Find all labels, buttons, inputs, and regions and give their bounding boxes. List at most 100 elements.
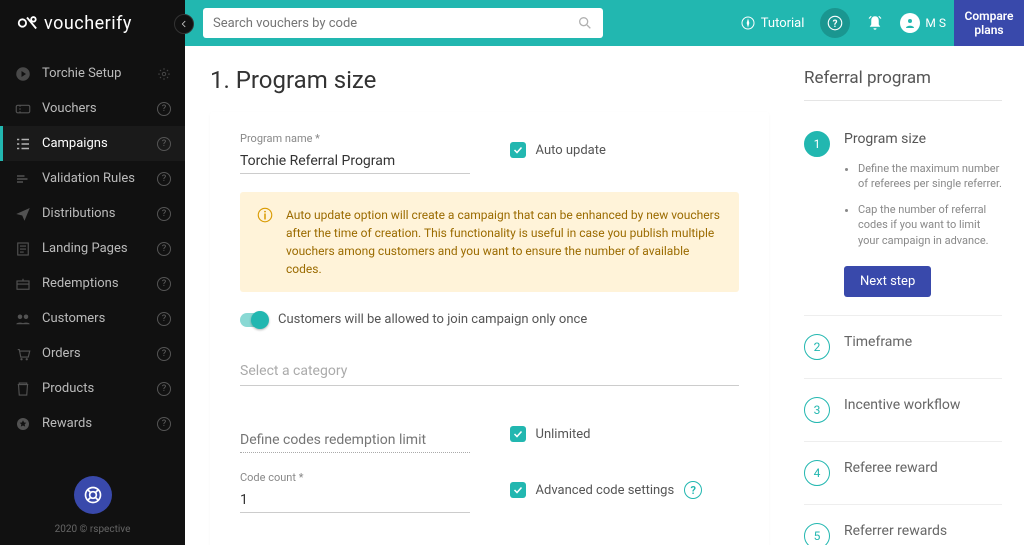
sidebar-item-label: Rewards bbox=[42, 416, 157, 431]
tutorial-link[interactable]: Tutorial bbox=[740, 15, 805, 31]
check-icon bbox=[512, 484, 524, 496]
advanced-settings-help-icon[interactable]: ? bbox=[684, 481, 702, 499]
step-number: 4 bbox=[804, 460, 830, 486]
sidebar-item-label: Torchie Setup bbox=[42, 66, 157, 81]
avatar-icon bbox=[900, 13, 920, 33]
help-icon: ? bbox=[826, 14, 844, 32]
user-menu[interactable]: M S bbox=[900, 13, 946, 33]
wizard-step-1[interactable]: 1Program sizeDefine the maximum number o… bbox=[804, 113, 1002, 316]
sidebar-item-label: Orders bbox=[42, 346, 157, 361]
tutorial-label: Tutorial bbox=[761, 16, 805, 31]
step-number: 3 bbox=[804, 397, 830, 423]
wizard-step-3[interactable]: 3Incentive workflow bbox=[804, 379, 1002, 442]
wizard-panel: Referral program 1Program sizeDefine the… bbox=[794, 46, 1024, 545]
sidebar: voucherify Torchie SetupVouchers?Campaig… bbox=[0, 0, 185, 545]
sidebar-footer: 2020 © rspective bbox=[0, 476, 185, 545]
step-label: Timeframe bbox=[844, 334, 1002, 350]
step-number: 5 bbox=[804, 523, 830, 545]
auto-update-checkbox[interactable] bbox=[510, 142, 526, 158]
redemption-limit-input[interactable] bbox=[240, 428, 470, 453]
wizard-step-4[interactable]: 4 Referee reward bbox=[804, 442, 1002, 505]
redeem-icon bbox=[14, 275, 32, 293]
product-icon bbox=[14, 380, 32, 398]
sidebar-collapse-button[interactable] bbox=[174, 14, 194, 34]
compare-plans-button[interactable]: Compare plans bbox=[954, 0, 1024, 46]
program-name-input[interactable] bbox=[240, 149, 470, 174]
form-card: Program name * Auto update bbox=[210, 112, 769, 545]
sidebar-item-label: Distributions bbox=[42, 206, 157, 221]
sidebar-item-redemptions[interactable]: Redemptions? bbox=[0, 266, 185, 301]
brand-logo[interactable]: voucherify bbox=[0, 0, 185, 46]
brand-text: voucherify bbox=[44, 13, 132, 34]
help-icon[interactable]: ? bbox=[157, 312, 171, 326]
sidebar-item-products[interactable]: Products? bbox=[0, 371, 185, 406]
help-icon[interactable]: ? bbox=[157, 277, 171, 291]
join-once-label: Customers will be allowed to join campai… bbox=[278, 312, 587, 327]
help-icon[interactable]: ? bbox=[157, 347, 171, 361]
sidebar-item-landing-pages[interactable]: Landing Pages? bbox=[0, 231, 185, 266]
help-icon[interactable]: ? bbox=[157, 172, 171, 186]
sidebar-item-customers[interactable]: Customers? bbox=[0, 301, 185, 336]
unlimited-checkbox[interactable] bbox=[510, 426, 526, 442]
bell-icon bbox=[866, 14, 884, 32]
support-button[interactable] bbox=[74, 476, 112, 514]
nav-list: Torchie SetupVouchers?Campaigns?Validati… bbox=[0, 56, 185, 476]
people-icon bbox=[14, 310, 32, 328]
wizard-title: Referral program bbox=[804, 68, 1002, 101]
step-number: 1 bbox=[804, 131, 830, 157]
logo-icon bbox=[16, 12, 38, 34]
search-box[interactable] bbox=[203, 8, 603, 38]
search-icon bbox=[577, 15, 593, 31]
step-label: Referrer rewards bbox=[844, 523, 1002, 539]
play-icon bbox=[14, 65, 32, 83]
chevron-left-icon bbox=[179, 19, 189, 29]
sidebar-item-torchie-setup[interactable]: Torchie Setup bbox=[0, 56, 185, 91]
user-initials: M S bbox=[925, 16, 946, 30]
info-alert: Auto update option will create a campaig… bbox=[240, 192, 739, 292]
help-icon[interactable]: ? bbox=[157, 207, 171, 221]
star-icon bbox=[14, 415, 32, 433]
gear-icon[interactable] bbox=[157, 67, 171, 81]
check-icon bbox=[512, 428, 524, 440]
help-icon[interactable]: ? bbox=[157, 137, 171, 151]
category-select[interactable]: Select a category bbox=[240, 357, 739, 386]
help-icon[interactable]: ? bbox=[157, 417, 171, 431]
sidebar-item-validation-rules[interactable]: Validation Rules? bbox=[0, 161, 185, 196]
svg-text:?: ? bbox=[833, 19, 838, 30]
sidebar-item-rewards[interactable]: Rewards? bbox=[0, 406, 185, 441]
step-label: Referee reward bbox=[844, 460, 1002, 476]
help-icon[interactable]: ? bbox=[157, 102, 171, 116]
header: Tutorial ? M S Compare plans bbox=[185, 0, 1024, 46]
program-name-label: Program name * bbox=[240, 132, 470, 145]
compass-icon bbox=[740, 15, 756, 31]
next-step-button[interactable]: Next step bbox=[844, 266, 931, 297]
content: 1. Program size Program name * Auto upda… bbox=[185, 46, 794, 545]
send-icon bbox=[14, 205, 32, 223]
page-icon bbox=[14, 240, 32, 258]
code-count-label: Code count * bbox=[240, 471, 470, 484]
auto-update-label: Auto update bbox=[536, 143, 606, 158]
cart-icon bbox=[14, 345, 32, 363]
sidebar-item-distributions[interactable]: Distributions? bbox=[0, 196, 185, 231]
code-count-input[interactable] bbox=[240, 488, 470, 513]
check-icon bbox=[512, 144, 524, 156]
help-icon[interactable]: ? bbox=[157, 382, 171, 396]
sidebar-item-label: Customers bbox=[42, 311, 157, 326]
life-ring-icon bbox=[83, 485, 103, 505]
advanced-settings-label: Advanced code settings bbox=[536, 483, 675, 498]
step-number: 2 bbox=[804, 334, 830, 360]
sidebar-item-label: Campaigns bbox=[42, 136, 157, 151]
sidebar-item-orders[interactable]: Orders? bbox=[0, 336, 185, 371]
join-once-toggle[interactable] bbox=[240, 313, 266, 327]
search-input[interactable] bbox=[213, 16, 577, 31]
sidebar-item-vouchers[interactable]: Vouchers? bbox=[0, 91, 185, 126]
wizard-step-2[interactable]: 2 Timeframe bbox=[804, 316, 1002, 379]
wizard-step-5[interactable]: 5 Referrer rewards bbox=[804, 505, 1002, 545]
help-icon[interactable]: ? bbox=[157, 242, 171, 256]
notifications-button[interactable] bbox=[860, 8, 890, 38]
sidebar-item-label: Validation Rules bbox=[42, 171, 157, 186]
help-button[interactable]: ? bbox=[820, 8, 850, 38]
advanced-settings-checkbox[interactable] bbox=[510, 482, 526, 498]
sidebar-item-campaigns[interactable]: Campaigns? bbox=[0, 126, 185, 161]
alert-text: Auto update option will create a campaig… bbox=[286, 206, 723, 278]
